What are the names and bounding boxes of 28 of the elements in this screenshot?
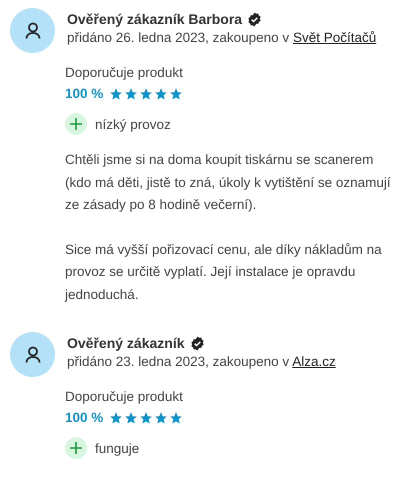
star-icon (109, 86, 124, 100)
recommend-percent: 100 % (65, 86, 104, 101)
review-meta: přidáno 23. ledna 2023, zakoupeno v Alza.cz (67, 354, 336, 369)
plus-icon (65, 113, 87, 135)
user-icon (24, 22, 40, 40)
review-meta: přidáno 26. ledna 2023, zakoupeno v Svět Počítačů (67, 30, 376, 45)
star-icon (109, 410, 124, 424)
review-text: Chtěli jsme si na doma koupit tiskárnu se scanerem (kdo má děti, jistě to zná, úkoly k vytištění se oznamují ze zásady po 8 hodině večerní). (65, 151, 392, 214)
pro-text: nízký provoz (95, 116, 171, 132)
star-icon (169, 410, 184, 424)
star-icon (124, 86, 138, 100)
pro-text: funguje (95, 440, 140, 456)
review-text: Sice má vyšší pořizovací cenu, ale díky nákladům na provoz se určitě vyplatí. Její instalace je opravdu jednoduchá. (65, 240, 383, 304)
recommend-label: Doporučuje produkt (65, 65, 184, 80)
recommend-percent: 100 % (65, 410, 104, 425)
star-icon (169, 86, 184, 100)
shop-link[interactable]: Svět Počítačů (292, 30, 376, 45)
author-name: Ověřený zákazník Barbora (67, 11, 242, 27)
shop-link[interactable]: Alza.cz (292, 354, 336, 369)
star-icon (139, 86, 154, 100)
star-icon (154, 86, 168, 100)
recommend-label: Doporučuje produkt (65, 389, 184, 404)
plus-icon (65, 437, 87, 459)
author-name: Ověřený zákazník (67, 335, 185, 351)
star-icon (139, 410, 154, 424)
star-icon (124, 410, 138, 424)
star-icon (154, 410, 168, 424)
user-icon (24, 346, 40, 364)
